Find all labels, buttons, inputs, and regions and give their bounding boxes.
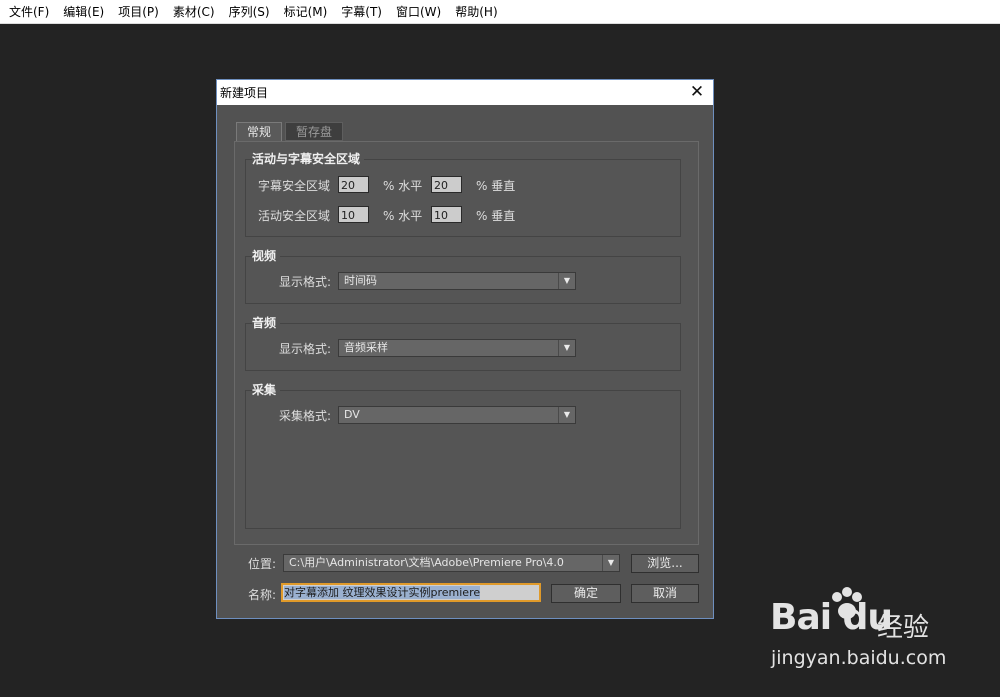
title-safe-vertical-input[interactable]: 20 xyxy=(431,176,462,193)
close-icon[interactable]: ✕ xyxy=(687,82,707,102)
baidu-jingyan-watermark: Bai du 经验 jingyan.baidu.com xyxy=(765,585,965,685)
chevron-down-icon: ▼ xyxy=(558,407,575,423)
audio-format-value: 音频采样 xyxy=(344,341,388,354)
browse-button[interactable]: 浏览... xyxy=(631,554,699,573)
location-label: 位置: xyxy=(248,557,277,571)
menu-bar: 文件(F) 编辑(E) 项目(P) 素材(C) 序列(S) 标记(M) 字幕(T… xyxy=(0,0,1000,24)
action-safe-horizontal-unit: % 水平 xyxy=(383,209,423,223)
project-name-rest-text: premiere xyxy=(430,586,481,599)
chevron-down-icon: ▼ xyxy=(558,340,575,356)
safe-area-group-title: 活动与字幕安全区域 xyxy=(252,150,365,167)
general-tab-panel: 活动与字幕安全区域 字幕安全区域 20 % 水平 20 % 垂直 活动安全区域 … xyxy=(234,141,699,545)
video-group: 视频 显示格式: 时间码 ▼ xyxy=(245,247,681,304)
audio-group: 音频 显示格式: 音频采样 ▼ xyxy=(245,314,681,371)
tab-scratch-disks[interactable]: 暂存盘 xyxy=(285,122,344,141)
watermark-url: jingyan.baidu.com xyxy=(771,647,947,669)
menu-file[interactable]: 文件(F) xyxy=(2,0,56,24)
capture-format-label: 采集格式: xyxy=(279,409,332,423)
title-safe-label: 字幕安全区域 xyxy=(258,179,331,193)
chevron-down-icon: ▼ xyxy=(558,273,575,289)
location-path-value: C:\用户\Administrator\文档\Adobe\Premiere Pr… xyxy=(289,556,564,569)
video-format-value: 时间码 xyxy=(344,274,377,287)
action-safe-vertical-unit: % 垂直 xyxy=(476,209,516,223)
project-name-selected-text: 对字幕添加 纹理效果设计实例 xyxy=(284,586,431,599)
cancel-button[interactable]: 取消 xyxy=(631,584,699,603)
chevron-down-icon: ▼ xyxy=(602,555,619,571)
menu-project[interactable]: 项目(P) xyxy=(111,0,166,24)
video-group-title: 视频 xyxy=(252,247,281,264)
capture-group: 采集 采集格式: DV ▼ xyxy=(245,381,681,529)
audio-format-label: 显示格式: xyxy=(279,342,332,356)
audio-group-title: 音频 xyxy=(252,314,281,331)
ok-button[interactable]: 确定 xyxy=(551,584,621,603)
tab-general[interactable]: 常规 xyxy=(236,122,283,141)
video-format-select[interactable]: 时间码 ▼ xyxy=(338,272,576,290)
new-project-dialog: 新建项目 ✕ 常规 暂存盘 活动与字幕安全区域 字幕安全区域 20 % 水平 2… xyxy=(216,79,714,619)
location-path-select[interactable]: C:\用户\Administrator\文档\Adobe\Premiere Pr… xyxy=(283,554,620,572)
watermark-jingyan: 经验 xyxy=(877,613,930,643)
dialog-titlebar[interactable]: 新建项目 ✕ xyxy=(217,80,713,105)
menu-title[interactable]: 字幕(T) xyxy=(334,0,389,24)
title-safe-horizontal-unit: % 水平 xyxy=(383,179,423,193)
audio-format-select[interactable]: 音频采样 ▼ xyxy=(338,339,576,357)
menu-edit[interactable]: 编辑(E) xyxy=(56,0,111,24)
action-safe-vertical-input[interactable]: 10 xyxy=(431,206,462,223)
menu-window[interactable]: 窗口(W) xyxy=(389,0,448,24)
capture-format-value: DV xyxy=(344,408,360,421)
menu-marker[interactable]: 标记(M) xyxy=(277,0,335,24)
action-safe-label: 活动安全区域 xyxy=(258,209,331,223)
menu-sequence[interactable]: 序列(S) xyxy=(222,0,277,24)
menu-help[interactable]: 帮助(H) xyxy=(448,0,504,24)
capture-format-select[interactable]: DV ▼ xyxy=(338,406,576,424)
title-safe-horizontal-input[interactable]: 20 xyxy=(338,176,369,193)
watermark-logo: Bai du xyxy=(770,597,893,638)
name-label: 名称: xyxy=(248,588,277,602)
capture-group-title: 采集 xyxy=(252,381,281,398)
menu-clip[interactable]: 素材(C) xyxy=(166,0,222,24)
title-safe-vertical-unit: % 垂直 xyxy=(476,179,516,193)
dialog-title: 新建项目 xyxy=(220,86,269,100)
video-format-label: 显示格式: xyxy=(279,275,332,289)
safe-area-group: 活动与字幕安全区域 字幕安全区域 20 % 水平 20 % 垂直 活动安全区域 … xyxy=(245,150,681,237)
project-name-input[interactable]: 对字幕添加 纹理效果设计实例premiere xyxy=(281,583,541,602)
action-safe-horizontal-input[interactable]: 10 xyxy=(338,206,369,223)
